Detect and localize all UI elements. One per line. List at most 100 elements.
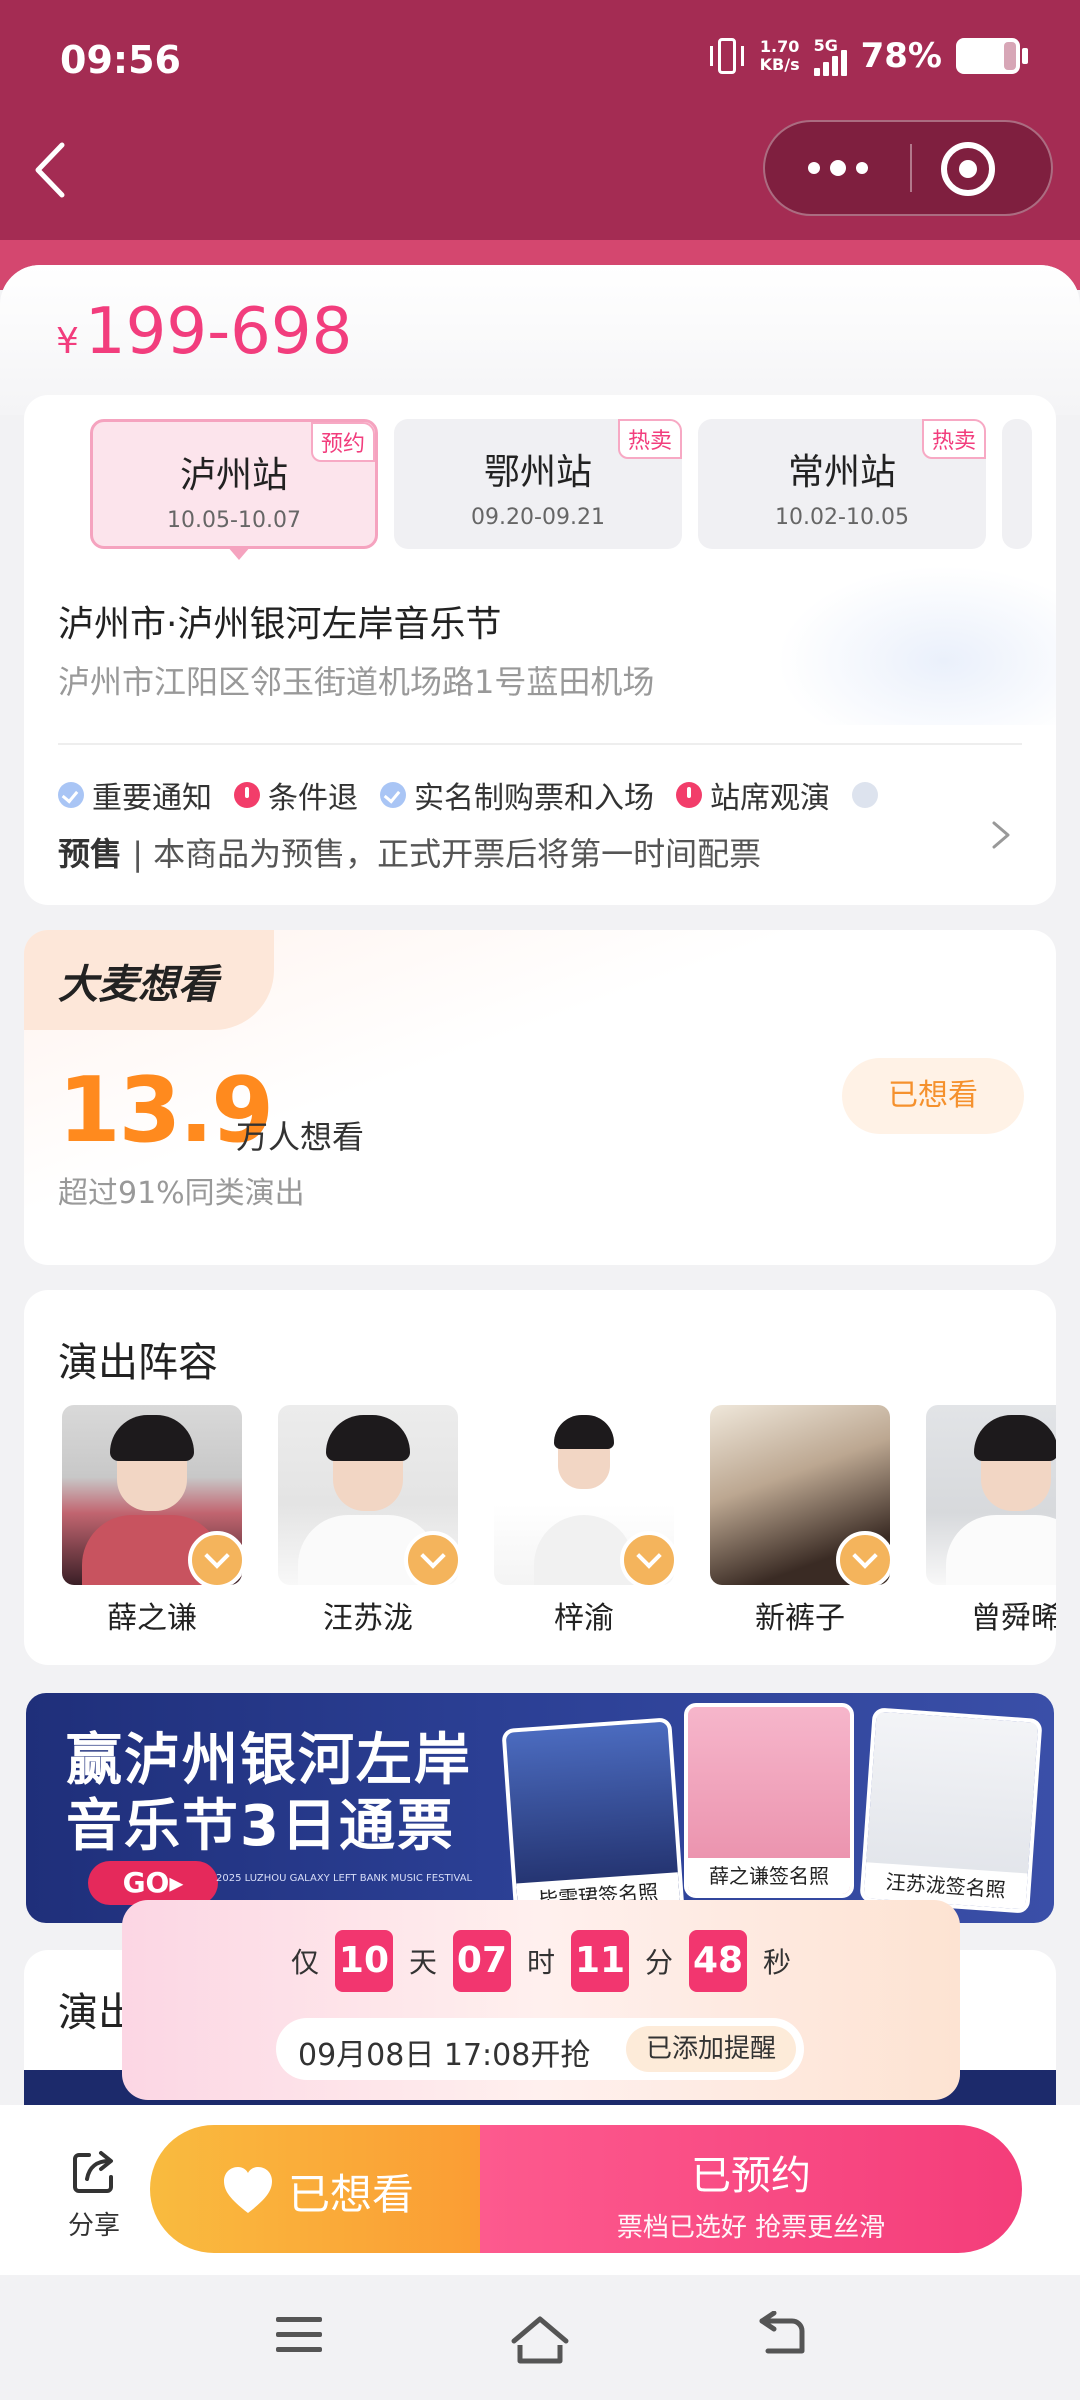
alert-circle-icon xyxy=(234,782,260,808)
want-button[interactable]: 已想看 xyxy=(150,2125,480,2253)
venue-address[interactable]: 泸州市江阳区邻玉街道机场路1号蓝田机场 xyxy=(58,657,654,703)
station-dates: 09.20-09.21 xyxy=(471,505,605,530)
net-speed-unit: KB/s xyxy=(759,55,800,74)
station-tag: 热卖 xyxy=(617,419,682,459)
more-dots-icon xyxy=(807,162,820,174)
presale-tag: 预售 xyxy=(58,835,123,873)
signed-photo-card: 汪苏泷签名照 xyxy=(859,1707,1043,1914)
follow-badge-icon xyxy=(836,1531,890,1585)
net-speed: 1.70 KB/s xyxy=(760,38,800,74)
reserve-button-subtitle: 票档已选好 抢票更丝滑 xyxy=(616,2213,886,2243)
recent-apps-button[interactable] xyxy=(276,2317,324,2357)
price-range: ¥199-698 xyxy=(56,295,353,369)
artist-name: 曾舜晞 xyxy=(971,1601,1056,1636)
check-circle-icon xyxy=(58,782,84,808)
banner-subtitle: 2025 LUZHOU GALAXY LEFT BANK MUSIC FESTI… xyxy=(216,1873,473,1884)
banner-go-button[interactable]: GO▸ xyxy=(88,1861,218,1905)
lineup-title: 演出阵容 xyxy=(58,1340,218,1386)
banner-headline-2: 音乐节3日通票 xyxy=(66,1794,455,1859)
divider xyxy=(58,743,1022,745)
main-content: ¥199-698 预约 泸州站 10.05-10.07 热卖 鄂州站 09.20… xyxy=(0,265,1080,2105)
battery-percent: 78% xyxy=(860,36,942,76)
follow-badge-icon xyxy=(404,1531,458,1585)
home-button[interactable] xyxy=(508,2311,572,2367)
station-dates: 10.02-10.05 xyxy=(775,505,909,530)
countdown-timer: 仅 10 天 07 时 11 分 48 秒 xyxy=(122,1930,960,1992)
close-mini-program-button[interactable] xyxy=(941,142,995,196)
battery-icon xyxy=(956,38,1028,74)
reserve-button-label: 已预约 xyxy=(691,2153,811,2199)
station-tab-next[interactable] xyxy=(1002,419,1032,549)
back-nav-button[interactable] xyxy=(752,2311,808,2361)
station-tab-luzhou[interactable]: 预约 泸州站 10.05-10.07 xyxy=(90,419,378,560)
chevron-left-icon xyxy=(35,142,65,198)
net-speed-value: 1.70 xyxy=(759,37,800,56)
artist-photo xyxy=(926,1405,1056,1585)
signed-photo-card: 毕雯珺签名照 xyxy=(501,1717,685,1923)
want-card: 大麦想看 13.9 万人想看 超过91%同类演出 已想看 xyxy=(24,930,1056,1265)
share-icon xyxy=(73,2151,113,2193)
lineup-card: 演出阵容 薛之谦 汪苏泷 梓渝 新裤子 曾舜晞 xyxy=(24,1290,1056,1665)
artist-photo xyxy=(710,1405,890,1585)
notice-list[interactable]: 重要通知 条件退 实名制购票和入场 站席观演 xyxy=(58,773,958,817)
station-dates: 10.05-10.07 xyxy=(167,508,301,533)
countdown-seconds: 48 xyxy=(689,1930,748,1992)
countdown-hours: 07 xyxy=(452,1930,511,1992)
countdown-popup: 仅 10 天 07 时 11 分 48 秒 09月08日 17:08开抢 已添加… xyxy=(122,1900,960,2100)
signed-photo-card: 薛之谦签名照 xyxy=(684,1703,854,1898)
artist-name: 新裤子 xyxy=(755,1601,845,1636)
presale-text: 本商品为预售，正式开票后将第一时间配票 xyxy=(153,835,762,873)
vibrate-icon xyxy=(708,36,746,76)
station-tag: 预约 xyxy=(310,422,375,462)
status-time: 09:56 xyxy=(60,38,181,82)
artist-list: 薛之谦 汪苏泷 梓渝 新裤子 曾舜晞 xyxy=(62,1405,1056,1637)
station-tabs: 预约 泸州站 10.05-10.07 热卖 鄂州站 09.20-09.21 热卖… xyxy=(90,419,1032,560)
artist-name: 薛之谦 xyxy=(107,1601,197,1636)
want-logo: 大麦想看 xyxy=(24,930,274,1030)
alert-circle-icon xyxy=(676,782,702,808)
status-icons: 1.70 KB/s 5G 78% xyxy=(708,36,1028,76)
want-subtitle: 超过91%同类演出 xyxy=(58,1176,305,1211)
follow-badge-icon xyxy=(188,1531,242,1585)
artist-photo xyxy=(62,1405,242,1585)
share-label: 分享 xyxy=(67,2211,120,2241)
artist-name: 梓渝 xyxy=(554,1601,614,1636)
reserve-button[interactable]: 已预约 票档已选好 抢票更丝滑 xyxy=(480,2125,1022,2253)
header: 09:56 1.70 KB/s 5G 78% xyxy=(0,0,1080,290)
artist-item[interactable]: 薛之谦 xyxy=(62,1405,242,1637)
countdown-days: 10 xyxy=(334,1930,393,1992)
want-button-label: 已想看 xyxy=(288,2170,415,2219)
artist-photo xyxy=(494,1405,674,1585)
artist-item[interactable]: 汪苏泷 xyxy=(278,1405,458,1637)
follow-badge-icon xyxy=(620,1531,674,1585)
station-tab-changzhou[interactable]: 热卖 常州站 10.02-10.05 xyxy=(698,419,986,549)
want-unit: 万人想看 xyxy=(236,1118,365,1156)
status-bar: 09:56 1.70 KB/s 5G 78% xyxy=(0,0,1080,120)
venue-title: 泸州市·泸州银河左岸音乐节 xyxy=(58,604,502,645)
mini-program-capsule xyxy=(763,120,1053,216)
bottom-action-bar: 分享 已想看 已预约 票档已选好 抢票更丝滑 xyxy=(0,2105,1080,2275)
artist-item[interactable]: 曾舜晞 xyxy=(926,1405,1056,1637)
promo-banner[interactable]: 赢泸州银河左岸 音乐节3日通票 GO▸ 2025 LUZHOU GALAXY L… xyxy=(26,1693,1054,1923)
sale-start-time: 09月08日 17:08开抢 xyxy=(298,2038,591,2073)
chevron-right-icon[interactable] xyxy=(980,815,1020,855)
venue-decoration xyxy=(776,565,1056,725)
countdown-minutes: 11 xyxy=(571,1930,629,1992)
more-button[interactable] xyxy=(765,122,910,214)
check-circle-icon xyxy=(852,782,878,808)
network-type: 5G xyxy=(813,36,838,55)
station-tab-ezhou[interactable]: 热卖 鄂州站 09.20-09.21 xyxy=(394,419,682,549)
back-button[interactable] xyxy=(24,135,84,205)
wanted-button[interactable]: 已想看 xyxy=(842,1058,1024,1134)
sale-time-pill: 09月08日 17:08开抢 已添加提醒 xyxy=(276,2018,804,2080)
venue-card: 预约 泸州站 10.05-10.07 热卖 鄂州站 09.20-09.21 热卖… xyxy=(24,395,1056,905)
artist-item[interactable]: 新裤子 xyxy=(710,1405,890,1637)
share-button[interactable]: 分享 xyxy=(54,2147,134,2242)
artist-photo xyxy=(278,1405,458,1585)
notice-item xyxy=(852,773,878,817)
reminder-button[interactable]: 已添加提醒 xyxy=(625,2026,796,2072)
artist-name: 汪苏泷 xyxy=(323,1601,413,1636)
signal-icon: 5G xyxy=(813,36,847,76)
menu-icon xyxy=(276,2317,322,2322)
artist-item[interactable]: 梓渝 xyxy=(494,1405,674,1637)
